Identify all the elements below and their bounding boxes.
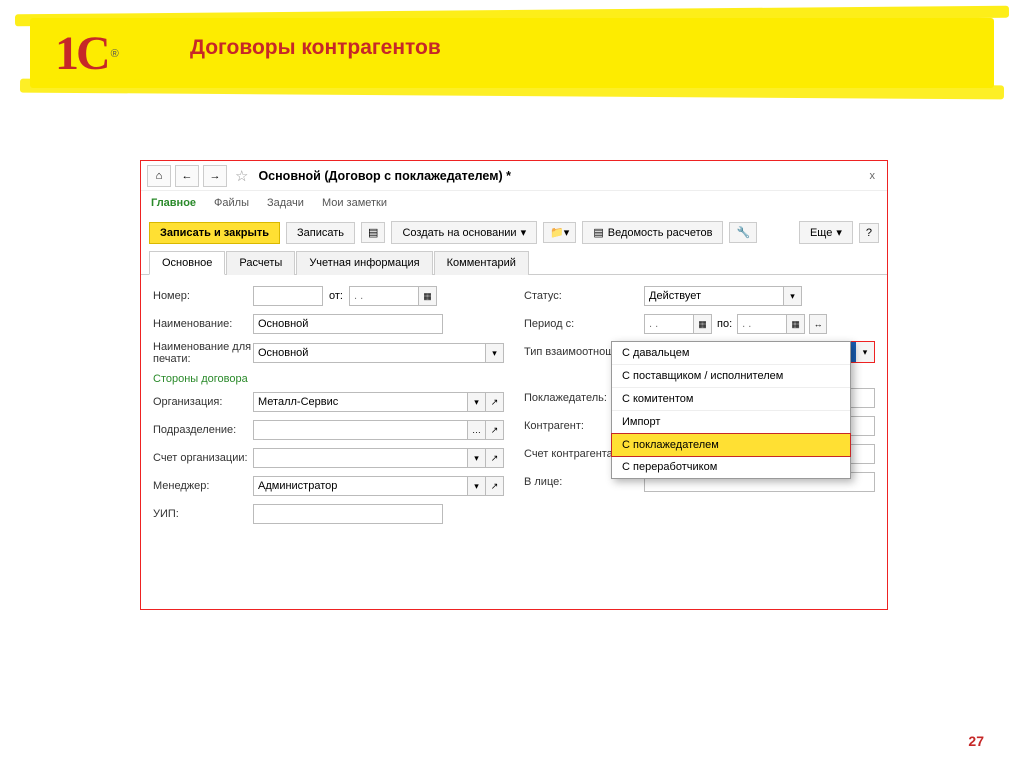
relation-dropdown: С давальцемС поставщиком / исполнителемС… [611, 341, 851, 479]
nav-bar: Главное Файлы Задачи Мои заметки [141, 191, 887, 215]
save-close-button[interactable]: Записать и закрыть [149, 222, 280, 244]
select-icon[interactable]: … [468, 420, 486, 440]
open-icon[interactable]: ↗ [486, 392, 504, 412]
dropdown-icon[interactable]: ▾ [468, 392, 486, 412]
forward-button[interactable]: → [203, 165, 227, 187]
page-title: Договоры контрагентов [190, 36, 441, 60]
favorite-icon[interactable]: ☆ [235, 167, 248, 185]
date-from-input[interactable] [349, 286, 419, 306]
page-number: 27 [968, 733, 984, 749]
uip-input[interactable] [253, 504, 443, 524]
open-icon[interactable]: ↗ [486, 448, 504, 468]
nav-main[interactable]: Главное [151, 197, 196, 209]
statement-button[interactable]: ▤ Ведомость расчетов [582, 221, 723, 244]
folder-icon-button[interactable]: 📁▾ [543, 222, 576, 243]
dropdown-item[interactable]: Импорт [612, 411, 850, 434]
nav-files[interactable]: Файлы [214, 197, 249, 209]
dropdown-icon[interactable]: ▾ [468, 476, 486, 496]
nav-notes[interactable]: Мои заметки [322, 197, 387, 209]
tabs: Основное Расчеты Учетная информация Комм… [141, 250, 887, 275]
dropdown-item[interactable]: С переработчиком [612, 456, 850, 478]
org-acct-label: Счет организации: [153, 452, 253, 464]
status-label: Статус: [524, 290, 644, 302]
calendar-icon[interactable]: ▦ [694, 314, 712, 334]
tool-icon-button[interactable]: 🔧 [729, 222, 757, 243]
dropdown-icon[interactable]: ▾ [856, 342, 874, 362]
dropdown-item[interactable]: С комитентом [612, 388, 850, 411]
dept-label: Подразделение: [153, 424, 253, 436]
help-button[interactable]: ? [859, 223, 879, 243]
open-icon[interactable]: ↗ [486, 420, 504, 440]
dropdown-icon[interactable]: ▾ [784, 286, 802, 306]
status-input[interactable] [644, 286, 784, 306]
uip-label: УИП: [153, 508, 253, 520]
calendar-icon[interactable]: ▦ [787, 314, 805, 334]
period-to-input[interactable] [737, 314, 787, 334]
window-title: Основной (Договор с поклажедателем) * [258, 169, 511, 183]
print-name-label: Наименование для печати: [153, 341, 253, 365]
app-window: ⌂ ← → ☆ Основной (Договор с поклажедател… [140, 160, 888, 610]
swap-icon[interactable]: ↔ [809, 314, 827, 334]
close-button[interactable]: x [870, 170, 876, 182]
tab-comment[interactable]: Комментарий [434, 251, 529, 275]
dropdown-item[interactable]: С поставщиком / исполнителем [612, 365, 850, 388]
manager-label: Менеджер: [153, 480, 253, 492]
name-input[interactable] [253, 314, 443, 334]
manager-input[interactable] [253, 476, 468, 496]
org-input[interactable] [253, 392, 468, 412]
dropdown-item[interactable]: С давальцем [612, 342, 850, 365]
from-label: от: [329, 290, 343, 302]
save-button[interactable]: Записать [286, 222, 355, 244]
org-acct-input[interactable] [253, 448, 468, 468]
create-based-button[interactable]: Создать на основании ▾ [391, 221, 537, 244]
org-label: Организация: [153, 396, 253, 408]
tab-calc[interactable]: Расчеты [226, 251, 295, 275]
period-label: Период с: [524, 318, 644, 330]
to-label: по: [717, 318, 732, 330]
period-from-input[interactable] [644, 314, 694, 334]
number-input[interactable] [253, 286, 323, 306]
tab-main[interactable]: Основное [149, 251, 225, 275]
dropdown-icon[interactable]: ▾ [468, 448, 486, 468]
nav-tasks[interactable]: Задачи [267, 197, 304, 209]
list-icon-button[interactable]: ▤ [361, 222, 385, 243]
calendar-icon[interactable]: ▦ [419, 286, 437, 306]
home-button[interactable]: ⌂ [147, 165, 171, 187]
toolbar: Записать и закрыть Записать ▤ Создать на… [141, 215, 887, 250]
logo-1c: 1С® [55, 24, 127, 84]
more-button[interactable]: Еще ▾ [799, 221, 853, 244]
open-icon[interactable]: ↗ [486, 476, 504, 496]
number-label: Номер: [153, 290, 253, 302]
back-button[interactable]: ← [175, 165, 199, 187]
dept-input[interactable] [253, 420, 468, 440]
dropdown-icon[interactable]: ▾ [486, 343, 504, 363]
tab-acct[interactable]: Учетная информация [296, 251, 432, 275]
name-label: Наименование: [153, 318, 253, 330]
parties-section-title: Стороны договора [153, 373, 504, 385]
dropdown-item[interactable]: С поклажедателем [611, 433, 851, 457]
print-name-input[interactable] [253, 343, 486, 363]
